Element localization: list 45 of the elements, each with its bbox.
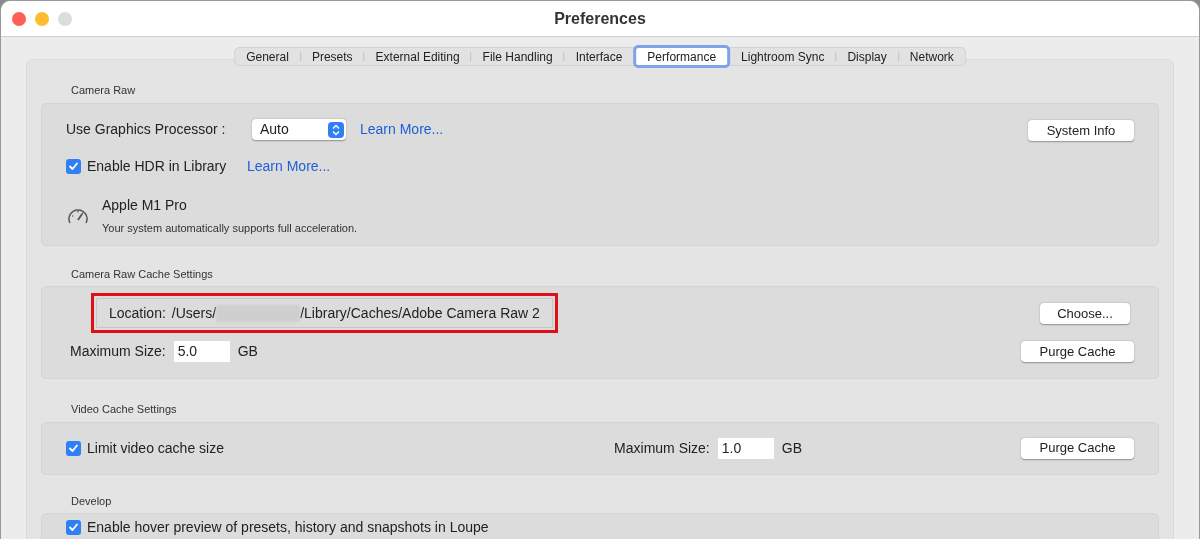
section-heading: Camera Raw Cache Settings	[71, 266, 214, 282]
close-icon[interactable]	[12, 12, 26, 26]
tab[interactable]: File Handling	[471, 47, 564, 66]
checkmark-icon	[68, 160, 79, 172]
path-text: /Library/Caches/Adobe Camera Raw 2	[300, 303, 540, 323]
location-label: Location:	[109, 303, 166, 323]
unit-label: GB	[781, 438, 802, 458]
gpu-name: Apple M1 Pro	[102, 195, 188, 215]
checkbox[interactable]	[66, 520, 81, 535]
checkbox-label: Enable HDR in Library	[87, 156, 227, 176]
field-label: Maximum Size:	[70, 341, 166, 361]
path-text: /Users/	[171, 303, 217, 323]
checkbox-label: Limit video cache size	[87, 438, 224, 458]
tab[interactable]: Interface	[564, 47, 634, 66]
section-heading: Camera Raw	[71, 83, 137, 98]
checkbox[interactable]	[66, 158, 81, 174]
learn-more-link[interactable]: Learn More...	[360, 119, 444, 140]
section-heading: Video Cache Settings	[71, 402, 178, 417]
tab[interactable]: External Editing	[364, 47, 471, 66]
window-title: Preferences	[554, 8, 646, 29]
checkbox-label: Enable hover preview of presets, history and snapshots in Loupe	[87, 518, 489, 537]
tab[interactable]: General	[235, 47, 300, 66]
tab[interactable]: Performance	[633, 45, 731, 68]
push-button[interactable]: Purge Cache	[1021, 341, 1134, 363]
learn-more-link[interactable]: Learn More...	[247, 155, 331, 177]
checkbox[interactable]	[66, 440, 81, 456]
checkmark-icon	[68, 522, 79, 533]
unit-label: GB	[237, 341, 258, 361]
push-button[interactable]: System Info	[1028, 119, 1134, 141]
tab[interactable]: Presets	[300, 47, 364, 66]
push-button[interactable]: Choose...	[1040, 303, 1130, 325]
field-label: Maximum Size:	[614, 438, 710, 458]
size-field[interactable]: 1.0	[717, 437, 774, 459]
field-label: Use Graphics Processor :	[66, 120, 227, 139]
push-button[interactable]: Purge Cache	[1021, 437, 1134, 459]
gpu-note: Your system automatically supports full acceleration.	[102, 220, 358, 236]
size-field[interactable]: 5.0	[173, 340, 230, 362]
stepper-icon	[328, 121, 344, 138]
tab[interactable]: Network	[898, 47, 965, 66]
tab[interactable]: Lightroom Sync	[730, 47, 836, 66]
section-heading: Develop	[71, 493, 113, 509]
checkmark-icon	[68, 442, 79, 454]
dropdown[interactable]: Auto	[252, 119, 346, 140]
speedometer-icon	[67, 206, 89, 225]
tab[interactable]: Display	[836, 47, 898, 66]
